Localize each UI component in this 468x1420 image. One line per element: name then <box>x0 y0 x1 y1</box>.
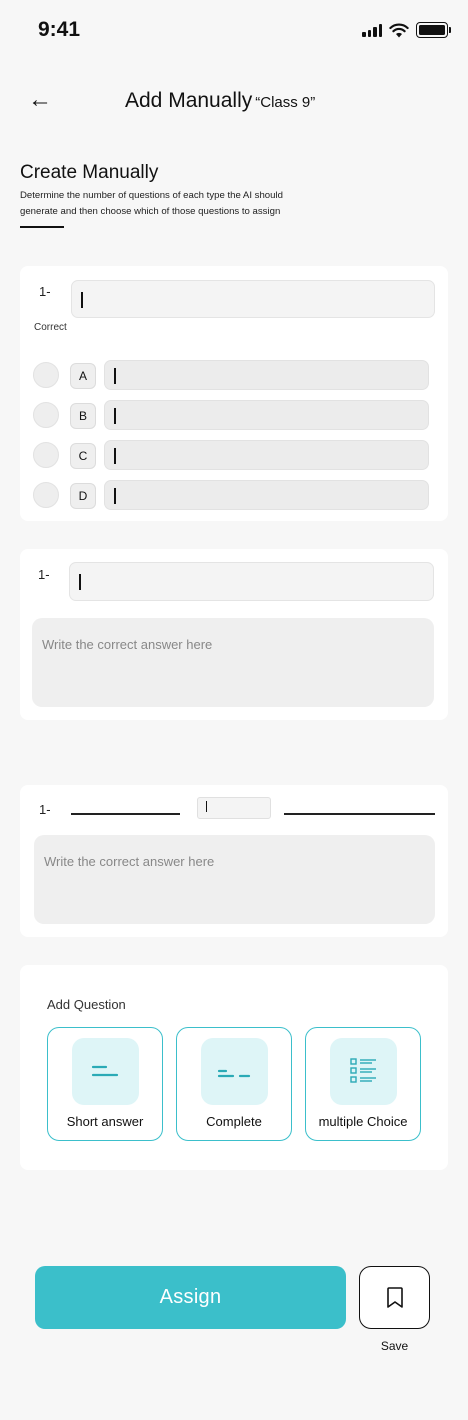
option-letter: A <box>70 363 96 389</box>
text-cursor <box>114 408 116 424</box>
option-row-b: B <box>33 400 429 430</box>
text-cursor <box>81 292 83 308</box>
correct-radio[interactable] <box>33 482 59 508</box>
option-input[interactable] <box>104 360 429 390</box>
complete-question-card: 1- Write the correct answer here <box>20 785 448 937</box>
mc-question-card: 1- Correct A B C D <box>20 266 448 521</box>
correct-label: Correct <box>34 322 67 333</box>
short-answer-button[interactable]: Short answer <box>47 1027 163 1141</box>
cellular-signal-icon <box>362 23 382 37</box>
correct-radio[interactable] <box>33 402 59 428</box>
question-number: 1- <box>39 284 51 299</box>
option-input[interactable] <box>104 400 429 430</box>
status-icons <box>362 22 451 38</box>
add-question-card: Add Question Short answer Complete multi… <box>20 965 448 1170</box>
text-cursor <box>114 448 116 464</box>
description-line-2: generate and then choose which of those … <box>20 206 281 217</box>
option-letter: B <box>70 403 96 429</box>
header: ← Add Manually “Class 9” <box>0 80 468 124</box>
description-line-1: Determine the number of questions of eac… <box>20 190 283 201</box>
multiple-choice-button[interactable]: multiple Choice <box>305 1027 421 1141</box>
option-row-a: A <box>33 360 429 390</box>
text-cursor <box>114 488 116 504</box>
answer-input[interactable]: Write the correct answer here <box>32 618 434 707</box>
multiple-choice-icon <box>330 1038 397 1105</box>
short-answer-card: 1- Write the correct answer here <box>20 549 448 720</box>
short-answer-icon <box>72 1038 139 1105</box>
question-input[interactable] <box>69 562 434 601</box>
answer-placeholder: Write the correct answer here <box>44 854 215 869</box>
section-description: Determine the number of questions of eac… <box>20 188 330 220</box>
complete-button[interactable]: Complete <box>176 1027 292 1141</box>
answer-input[interactable]: Write the correct answer here <box>34 835 435 924</box>
status-time: 9:41 <box>38 18 81 41</box>
wifi-icon <box>389 23 409 37</box>
assign-button[interactable]: Assign <box>35 1266 346 1329</box>
status-bar: 9:41 <box>0 0 468 60</box>
page-title-text: Add Manually <box>125 89 253 112</box>
type-label: Complete <box>206 1114 262 1129</box>
text-cursor <box>114 368 116 384</box>
add-question-title: Add Question <box>47 997 126 1012</box>
page-title: Add Manually “Class 9” <box>125 89 315 113</box>
option-letter: D <box>70 483 96 509</box>
arrow-left-icon[interactable]: ← <box>28 88 52 112</box>
type-label: multiple Choice <box>318 1114 408 1129</box>
complete-icon <box>201 1038 268 1105</box>
blank-line-right <box>284 813 435 815</box>
bookmark-icon <box>387 1287 403 1308</box>
option-input[interactable] <box>104 440 429 470</box>
text-cursor <box>79 574 81 590</box>
option-row-c: C <box>33 440 429 470</box>
option-input[interactable] <box>104 480 429 510</box>
option-row-d: D <box>33 480 429 510</box>
battery-icon <box>416 22 451 38</box>
page-subtitle: “Class 9” <box>255 94 316 111</box>
option-letter: C <box>70 443 96 469</box>
title-underline <box>20 226 64 228</box>
section-title: Create Manually <box>20 162 159 183</box>
correct-radio[interactable] <box>33 362 59 388</box>
question-number: 1- <box>38 567 50 582</box>
save-button[interactable] <box>359 1266 430 1329</box>
save-label: Save <box>380 1339 409 1353</box>
question-number: 1- <box>39 802 51 817</box>
answer-placeholder: Write the correct answer here <box>42 637 213 652</box>
blank-input[interactable] <box>197 797 271 819</box>
question-input[interactable] <box>71 280 435 318</box>
type-label: Short answer <box>66 1114 144 1129</box>
correct-radio[interactable] <box>33 442 59 468</box>
blank-line-left <box>71 813 180 815</box>
text-cursor <box>206 801 207 812</box>
